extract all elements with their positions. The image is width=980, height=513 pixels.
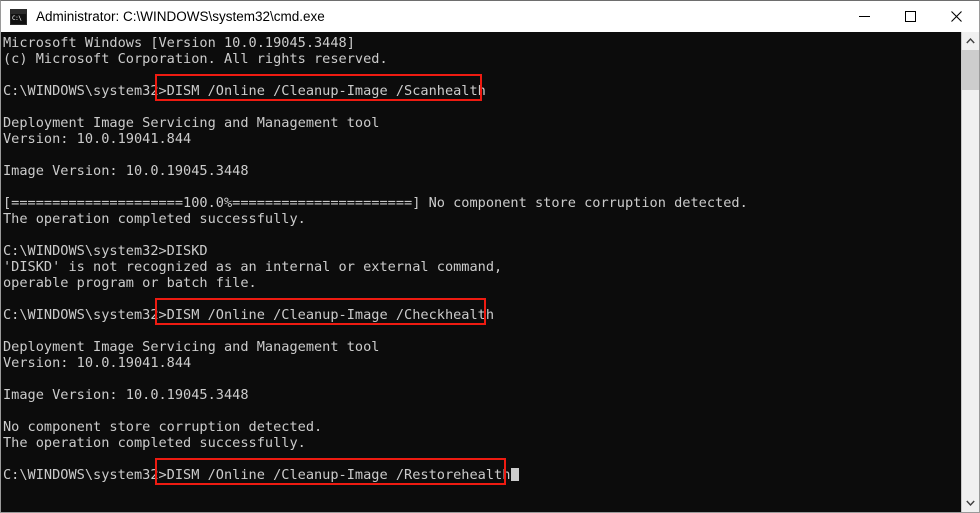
terminal-line: C:\WINDOWS\system32>DISKD [3,243,208,259]
title-bar[interactable]: C:\ Administrator: C:\WINDOWS\system32\c… [1,1,979,32]
window-title: Administrator: C:\WINDOWS\system32\cmd.e… [36,9,325,24]
close-icon [950,11,962,22]
terminal-line: Version: 10.0.19041.844 [3,131,192,147]
terminal-line: operable program or batch file. [3,275,257,291]
minimize-icon [858,16,870,17]
terminal-line: Microsoft Windows [Version 10.0.19045.34… [3,35,355,51]
cmd-icon-glyph: C:\ [11,13,26,24]
terminal-line: Version: 10.0.19041.844 [3,355,192,371]
close-button[interactable] [933,1,979,32]
terminal-line: Deployment Image Servicing and Managemen… [3,115,380,131]
scrollbar-thumb[interactable] [962,50,979,90]
terminal-line: (c) Microsoft Corporation. All rights re… [3,51,388,67]
window-controls [841,1,979,32]
terminal-line: C:\WINDOWS\system32>DISM /Online /Cleanu… [3,307,495,323]
text-cursor [511,468,520,481]
chevron-up-icon [966,38,975,44]
terminal-line: The operation completed successfully. [3,435,306,451]
scroll-down-button[interactable] [962,494,979,512]
maximize-icon [904,11,916,22]
terminal-line: Image Version: 10.0.19045.3448 [3,163,249,179]
chevron-down-icon [966,500,975,506]
terminal-line: 'DISKD' is not recognized as an internal… [3,259,503,275]
terminal-area: Microsoft Windows [Version 10.0.19045.34… [1,32,979,512]
terminal-line: The operation completed successfully. [3,211,306,227]
terminal-output[interactable]: Microsoft Windows [Version 10.0.19045.34… [1,32,961,512]
scroll-up-button[interactable] [962,32,979,50]
cmd-console-icon: C:\ [10,8,27,25]
maximize-button[interactable] [887,1,933,32]
scrollbar-track[interactable] [962,50,979,494]
terminal-line: C:\WINDOWS\system32>DISM /Online /Cleanu… [3,467,961,483]
terminal-line: [=====================100.0%============… [3,195,748,211]
terminal-line: Deployment Image Servicing and Managemen… [3,339,380,355]
vertical-scrollbar[interactable] [961,32,979,512]
minimize-button[interactable] [841,1,887,32]
cmd-window: C:\ Administrator: C:\WINDOWS\system32\c… [0,0,980,513]
terminal-line: C:\WINDOWS\system32>DISM /Online /Cleanu… [3,83,486,99]
terminal-line: No component store corruption detected. [3,419,323,435]
title-bar-left: C:\ Administrator: C:\WINDOWS\system32\c… [1,8,325,25]
terminal-line: Image Version: 10.0.19045.3448 [3,387,249,403]
